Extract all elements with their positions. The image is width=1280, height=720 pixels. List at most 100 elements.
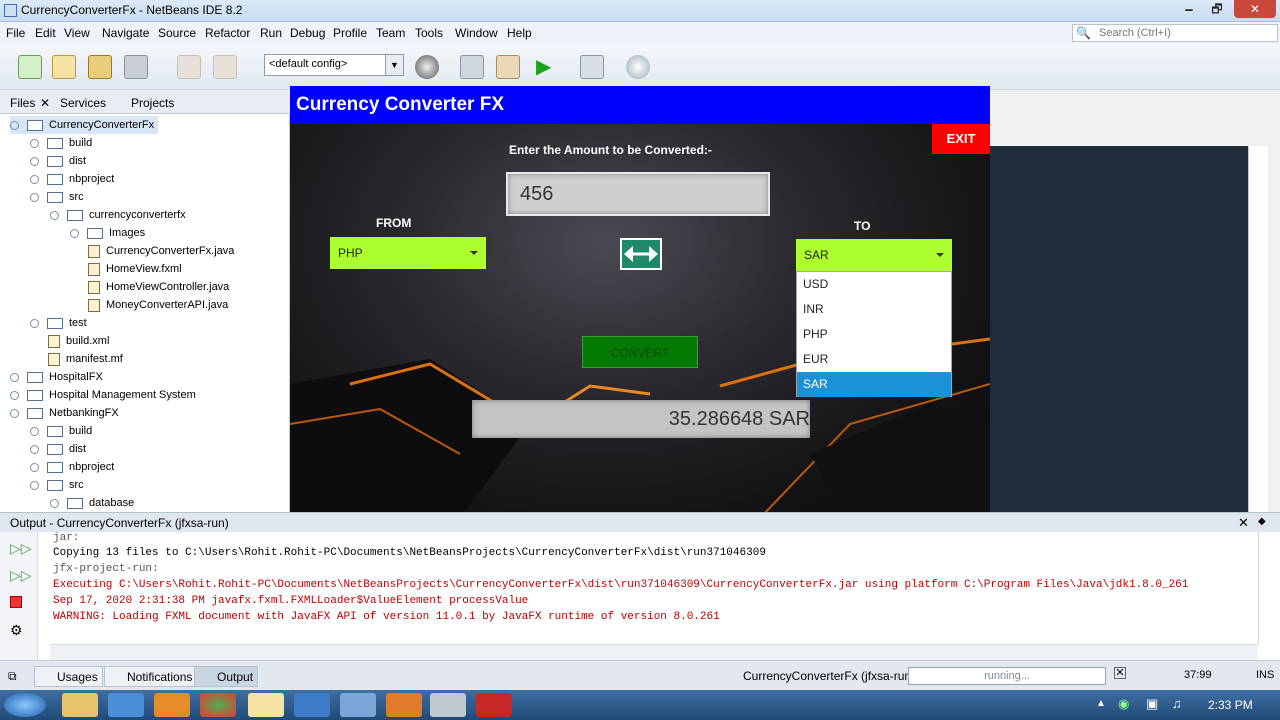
menu-team[interactable]: Team [376,26,405,40]
rerun-with-params-icon[interactable]: ▷▷ [10,567,32,583]
tree-item[interactable]: dist [30,440,86,458]
menu-source[interactable]: Source [158,26,196,40]
open-project-icon[interactable] [88,55,112,79]
tree-item[interactable]: MoneyConverterAPI.java [88,296,228,314]
tree-item[interactable]: build.xml [48,332,109,350]
amount-input[interactable] [506,172,770,216]
tree-item[interactable]: HospitalFX [10,368,103,386]
menu-refactor[interactable]: Refactor [205,26,250,40]
file-icon[interactable] [248,693,284,717]
minimize-button[interactable]: 🗕 [1176,0,1202,18]
menu-profile[interactable]: Profile [333,26,367,40]
tree-item[interactable]: HomeViewController.java [88,278,229,296]
firefox-icon[interactable] [386,693,422,717]
browser-icon[interactable] [294,693,330,717]
tree-item[interactable]: Hospital Management System [10,386,196,404]
media-player-icon[interactable] [154,693,190,717]
tree-item[interactable]: Images [70,224,145,242]
tab-services[interactable]: Services [60,96,106,110]
options-icon[interactable]: ◆ [1258,516,1266,527]
tree-item[interactable]: src [30,188,84,206]
tree-item[interactable]: CurrencyConverterFx [10,116,158,134]
tab-output[interactable]: Output [194,666,259,687]
build-icon[interactable] [460,55,484,79]
tree-item[interactable]: CurrencyConverterFx.java [88,242,234,260]
output-horizontal-scrollbar[interactable] [50,644,1258,660]
exit-button[interactable]: EXIT [932,124,990,154]
tree-item[interactable]: nbproject [30,458,114,476]
menu-window[interactable]: Window [455,26,498,40]
search-input[interactable] [1099,26,1274,40]
tree-item[interactable]: manifest.mf [48,350,123,368]
tree-item[interactable]: test [30,314,87,332]
new-project-icon[interactable] [52,55,76,79]
dropdown-option-eur[interactable]: EUR [797,347,951,372]
debug-icon[interactable] [580,55,604,79]
from-currency-combo[interactable]: PHP [330,237,486,269]
window-toggle-icon[interactable]: ⧉ [8,669,17,684]
run-icon[interactable]: ▶ [536,55,560,79]
menu-navigate[interactable]: Navigate [102,26,149,40]
menu-tools[interactable]: Tools [415,26,443,40]
monitor-icon[interactable]: ▣ [1146,696,1158,712]
volume-icon[interactable]: ♫ [1172,696,1182,711]
tree-item[interactable]: build [30,422,92,440]
search-box[interactable]: 🔍 [1072,24,1278,42]
internet-explorer-icon[interactable] [108,693,144,717]
menu-view[interactable]: View [64,26,90,40]
output-title[interactable]: Output - CurrencyConverterFx (jfxsa-run) [10,516,229,530]
close-icon[interactable]: ✕ [1238,515,1249,531]
to-currency-combo[interactable]: SAR [796,239,952,271]
app-icon[interactable] [476,693,512,717]
tree-item[interactable]: src [30,476,84,494]
clean-build-icon[interactable] [496,55,520,79]
dropdown-option-php[interactable]: PHP [797,322,951,347]
tab-usages[interactable]: Usages [34,666,103,687]
globe-icon[interactable] [415,55,439,79]
tab-projects[interactable]: Projects [131,96,174,110]
new-file-icon[interactable] [18,55,42,79]
save-all-icon[interactable] [124,55,148,79]
tree-item[interactable]: currencyconverterfx [50,206,186,224]
tree-item[interactable]: build [30,134,92,152]
stop-icon[interactable] [10,596,22,608]
java-icon[interactable] [430,693,466,717]
tree-item[interactable]: NetbankingFX [10,404,119,422]
network-status-icon[interactable]: ◉ [1118,696,1129,712]
tree-item[interactable]: database [50,494,134,512]
tree-item[interactable]: HomeView.fxml [88,260,182,278]
profile-icon[interactable] [626,55,650,79]
dropdown-option-usd[interactable]: USD [797,272,951,297]
tree-item[interactable]: dist [30,152,86,170]
config-select[interactable]: <default config> ▼ [264,54,404,76]
chrome-icon[interactable] [200,693,236,717]
menu-help[interactable]: Help [507,26,532,40]
menu-edit[interactable]: Edit [35,26,56,40]
close-icon[interactable]: ✕ [40,96,50,110]
tab-files[interactable]: Files [10,96,35,110]
redo-icon[interactable] [213,55,237,79]
output-vertical-scrollbar[interactable] [1258,532,1274,644]
undo-icon[interactable] [177,55,201,79]
rerun-icon[interactable]: ▷▷ [10,540,32,556]
tray-expand-icon[interactable]: ▲ [1096,698,1106,709]
maximize-button[interactable]: 🗗 [1204,0,1230,18]
editor-scrollbar[interactable] [1248,146,1268,512]
explorer-icon[interactable] [62,693,98,717]
menu-debug[interactable]: Debug [290,26,325,40]
menu-run[interactable]: Run [260,26,282,40]
settings-icon[interactable]: ⚙ [10,622,26,638]
clock[interactable]: 2:33 PM [1208,698,1253,712]
tab-notifications[interactable]: Notifications [104,666,198,687]
menu-file[interactable]: File [6,26,25,40]
dropdown-option-sar[interactable]: SAR [797,372,951,397]
convert-button[interactable]: CONVERT [582,336,698,368]
netbeans-icon[interactable] [340,693,376,717]
dropdown-option-inr[interactable]: INR [797,297,951,322]
tree-item[interactable]: nbproject [30,170,114,188]
swap-button[interactable] [620,238,662,270]
close-window-button[interactable]: ✕ [1234,0,1276,18]
start-button[interactable] [4,693,46,717]
editor-content[interactable] [990,146,1248,512]
cancel-icon[interactable]: ✕ [1114,667,1126,679]
